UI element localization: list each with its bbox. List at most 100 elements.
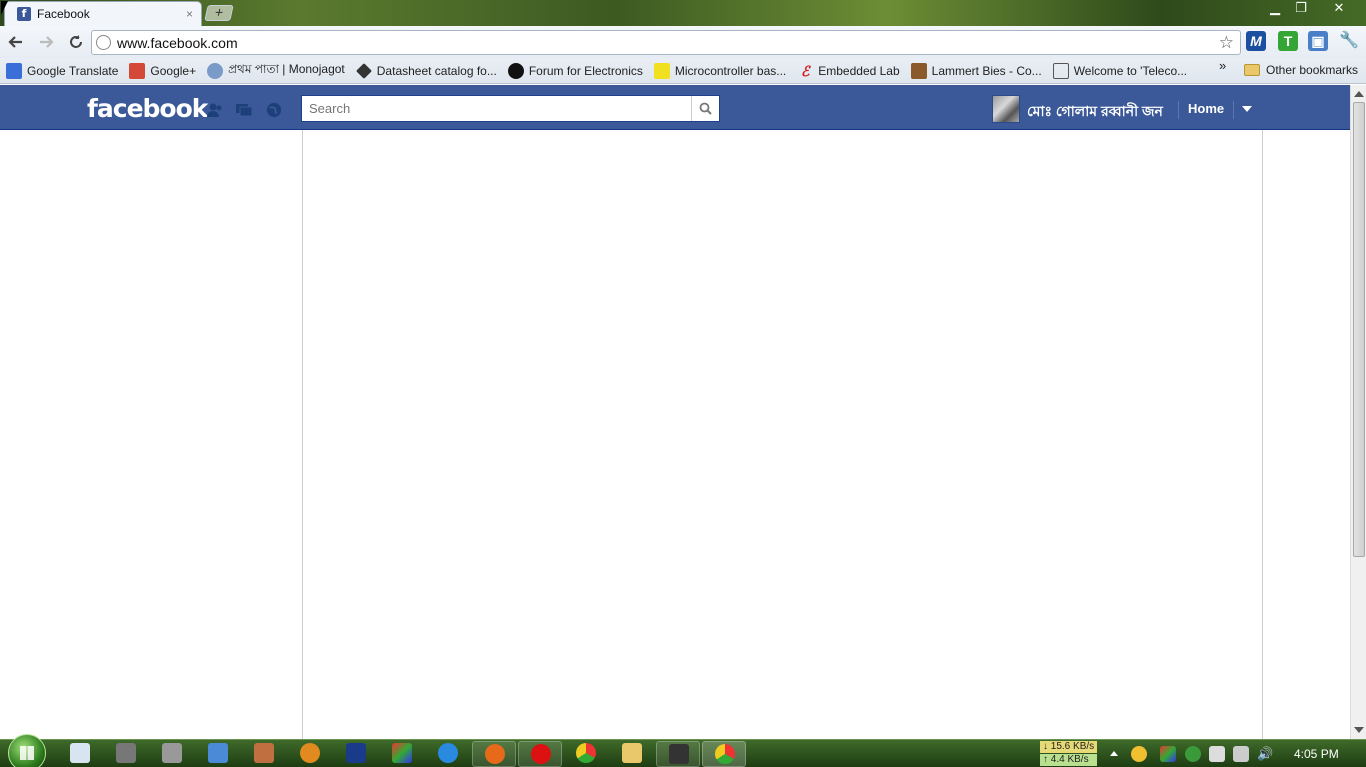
- bookmark-embedded-lab[interactable]: ℰ Embedded Lab: [797, 62, 900, 79]
- avatar[interactable]: [992, 95, 1020, 123]
- page-scrollbar[interactable]: [1350, 85, 1366, 739]
- taskbar-chrome-active[interactable]: [702, 741, 746, 767]
- scroll-up-icon[interactable]: [1354, 91, 1364, 97]
- other-bookmarks-folder[interactable]: Other bookmarks: [1244, 63, 1358, 77]
- friend-requests-icon[interactable]: [206, 102, 224, 118]
- forward-arrow-icon: [40, 36, 54, 48]
- facebook-header: facebook মোঃ গোলাম রব্বানী জন Home: [0, 85, 1350, 130]
- explorer-folder-icon[interactable]: [622, 743, 642, 763]
- system-clock[interactable]: 4:05 PM: [1294, 747, 1339, 761]
- bookmark-datasheet-catalog[interactable]: Datasheet catalog fo...: [355, 62, 497, 79]
- network-tray-icon[interactable]: [1233, 746, 1249, 762]
- picasa-icon[interactable]: [392, 743, 412, 763]
- chrome-icon: [715, 744, 735, 764]
- forward-button[interactable]: [32, 28, 60, 56]
- maximize-button[interactable]: ❐: [1288, 0, 1314, 20]
- photoshop-icon[interactable]: [346, 743, 366, 763]
- taskbar-firefox[interactable]: [472, 741, 516, 767]
- url-text[interactable]: www.facebook.com: [117, 35, 1219, 51]
- camera-icon[interactable]: [162, 743, 182, 763]
- edaboard-icon: [507, 62, 524, 79]
- smiley-tray-icon[interactable]: [1131, 746, 1147, 762]
- back-button[interactable]: [2, 28, 30, 56]
- tab-strip: f Facebook × + ▁ ❐ ✕: [0, 0, 1366, 26]
- bookmarks-bar: Google Translate Google+ প্রথম পাতা | Mo…: [0, 58, 1366, 84]
- bookmark-star-icon[interactable]: ☆: [1219, 33, 1234, 53]
- upload-speed: ↑ 4.4 KB/s: [1040, 754, 1098, 766]
- tab-title: Facebook: [37, 7, 90, 21]
- volume-icon[interactable]: 🔊: [1257, 746, 1273, 762]
- documents-icon[interactable]: [70, 743, 90, 763]
- minimize-button[interactable]: ▁: [1262, 0, 1288, 20]
- bookmark-lammert-bies[interactable]: Lammert Bies - Co...: [910, 62, 1042, 79]
- home-link[interactable]: Home: [1188, 101, 1224, 116]
- extension-m-icon[interactable]: M: [1246, 31, 1266, 51]
- bookmark-label: Datasheet catalog fo...: [376, 63, 497, 78]
- spy-icon: [669, 744, 689, 764]
- monojagot-icon: [207, 62, 224, 79]
- download-speed: ↓ 15.6 KB/s: [1040, 741, 1098, 753]
- wrench-menu-icon[interactable]: 🔧: [1339, 31, 1359, 51]
- notepad-icon[interactable]: [116, 743, 136, 763]
- bookmark-label: Welcome to 'Teleco...: [1073, 63, 1188, 78]
- facebook-search-box: [301, 95, 720, 122]
- bookmark-label: Google+: [150, 63, 197, 78]
- usb-tray-icon[interactable]: [1209, 746, 1225, 762]
- lammert-bies-icon: [910, 62, 927, 79]
- translate-icon: [6, 62, 22, 79]
- extension-t-icon[interactable]: T: [1278, 31, 1298, 51]
- start-button[interactable]: [8, 734, 46, 767]
- network-tool-icon[interactable]: [208, 743, 228, 763]
- messages-icon[interactable]: [235, 102, 253, 118]
- taskbar-spy-app[interactable]: [656, 741, 700, 767]
- download-speed-value: 15.6 KB/s: [1050, 741, 1095, 752]
- chip-icon: [355, 62, 372, 79]
- browser-toolbar: www.facebook.com ☆ M T ▣ 🔧: [0, 26, 1366, 58]
- scroll-down-icon[interactable]: [1354, 727, 1364, 733]
- bookmark-microcontroller[interactable]: Microcontroller bas...: [653, 62, 786, 79]
- close-tab-icon[interactable]: ×: [186, 7, 193, 21]
- bookmark-google-plus[interactable]: Google+: [129, 62, 197, 79]
- address-bar[interactable]: www.facebook.com ☆: [91, 30, 1241, 55]
- bookmark-label: Embedded Lab: [818, 63, 900, 78]
- bookmarks-overflow-chevron-icon[interactable]: »: [1219, 58, 1226, 73]
- security-tray-icon[interactable]: [1185, 746, 1201, 762]
- facebook-logo[interactable]: facebook: [87, 94, 208, 123]
- bookmark-label: Google Translate: [27, 63, 119, 78]
- upload-speed-value: 4.4 KB/s: [1050, 754, 1089, 765]
- extension-gift-icon[interactable]: ▣: [1308, 31, 1328, 51]
- bookmark-label: Lammert Bies - Co...: [931, 63, 1042, 78]
- back-arrow-icon: [8, 36, 22, 48]
- microcontroller-icon: [653, 62, 670, 79]
- embedded-lab-icon: ℰ: [801, 62, 810, 79]
- tab-facebook[interactable]: f Facebook ×: [4, 1, 202, 26]
- close-window-button[interactable]: ✕: [1326, 0, 1352, 20]
- vlc-icon[interactable]: [300, 743, 320, 763]
- account-menu-chevron-down-icon[interactable]: [1242, 106, 1252, 112]
- internet-explorer-icon[interactable]: [438, 743, 458, 763]
- search-button[interactable]: [691, 96, 719, 121]
- language-tray-icon[interactable]: [1160, 746, 1176, 762]
- mouse-cursor: [1, 1, 8, 15]
- notifications-globe-icon[interactable]: [265, 102, 283, 118]
- bookmark-monojagot[interactable]: প্রথম পাতা | Monojagot: [207, 61, 345, 81]
- taskbar-opera[interactable]: [518, 741, 562, 767]
- telecom-icon: [1052, 62, 1069, 79]
- reload-button[interactable]: [62, 28, 90, 56]
- chrome-icon[interactable]: [576, 743, 596, 763]
- profile-name-link[interactable]: মোঃ গোলাম রব্বানী জন: [1027, 100, 1163, 124]
- bookmark-telecom[interactable]: Welcome to 'Teleco...: [1052, 62, 1188, 79]
- show-hidden-icons-chevron-icon[interactable]: [1110, 751, 1118, 756]
- new-tab-button[interactable]: +: [204, 4, 234, 21]
- globe-icon: [96, 35, 111, 50]
- main-content-column: [302, 130, 1263, 739]
- search-input[interactable]: [302, 96, 691, 121]
- scrollbar-thumb[interactable]: [1353, 102, 1365, 557]
- divider: [1233, 101, 1234, 119]
- bookmark-forum-electronics[interactable]: Forum for Electronics: [507, 62, 643, 79]
- house-icon[interactable]: [254, 743, 274, 763]
- other-bookmarks-label: Other bookmarks: [1266, 63, 1359, 77]
- windows-logo-icon: [20, 746, 34, 760]
- bookmark-google-translate[interactable]: Google Translate: [6, 62, 119, 79]
- windows-taskbar: ↓ 15.6 KB/s ↑ 4.4 KB/s 🔊 4:05 PM: [0, 734, 1366, 767]
